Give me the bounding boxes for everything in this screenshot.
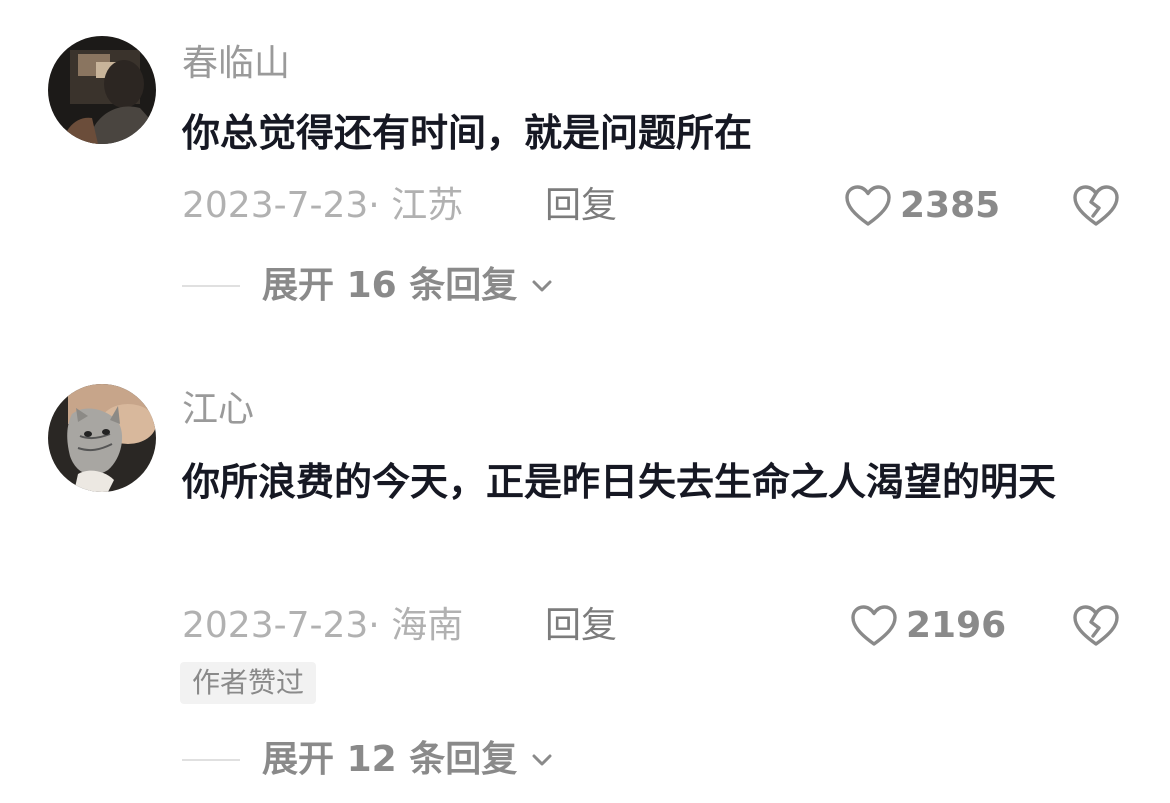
like-button[interactable]: 2385	[844, 184, 1000, 228]
comment-text: 你总觉得还有时间，就是问题所在	[182, 111, 753, 155]
chevron-down-icon	[532, 754, 552, 766]
heart-icon	[851, 605, 897, 646]
reply-button[interactable]: 回复	[545, 186, 617, 226]
heart-icon	[845, 185, 891, 226]
expand-replies-button[interactable]: 展开 12 条回复	[182, 740, 555, 780]
reply-button[interactable]: 回复	[545, 606, 617, 646]
expand-replies-label: 展开 16 条回复	[262, 265, 518, 306]
comment-date-location: 2023-7-23· 江苏	[182, 185, 464, 226]
broken-heart-icon[interactable]	[1072, 184, 1120, 228]
comment-text: 你所浪费的今天，正是昨日失去生命之人渴望的明天	[182, 460, 1057, 504]
like-button[interactable]: 2196	[850, 604, 1006, 648]
divider	[182, 285, 240, 287]
broken-heart-icon[interactable]	[1072, 604, 1120, 648]
avatar[interactable]	[48, 384, 156, 492]
comment-list: 春临山 你总觉得还有时间，就是问题所在 2023-7-23· 江苏 回复 238…	[0, 0, 1170, 803]
chevron-down-icon	[532, 280, 552, 292]
username[interactable]: 江心	[182, 390, 254, 430]
like-count: 2385	[900, 185, 1001, 226]
username[interactable]: 春临山	[182, 44, 290, 84]
expand-replies-label: 展开 12 条回复	[262, 739, 518, 780]
author-liked-badge: 作者赞过	[180, 662, 317, 704]
avatar[interactable]	[48, 36, 156, 144]
divider	[182, 759, 240, 761]
expand-replies-button[interactable]: 展开 16 条回复	[182, 266, 555, 306]
like-count: 2196	[906, 605, 1007, 646]
comment-date-location: 2023-7-23· 海南	[182, 605, 464, 646]
